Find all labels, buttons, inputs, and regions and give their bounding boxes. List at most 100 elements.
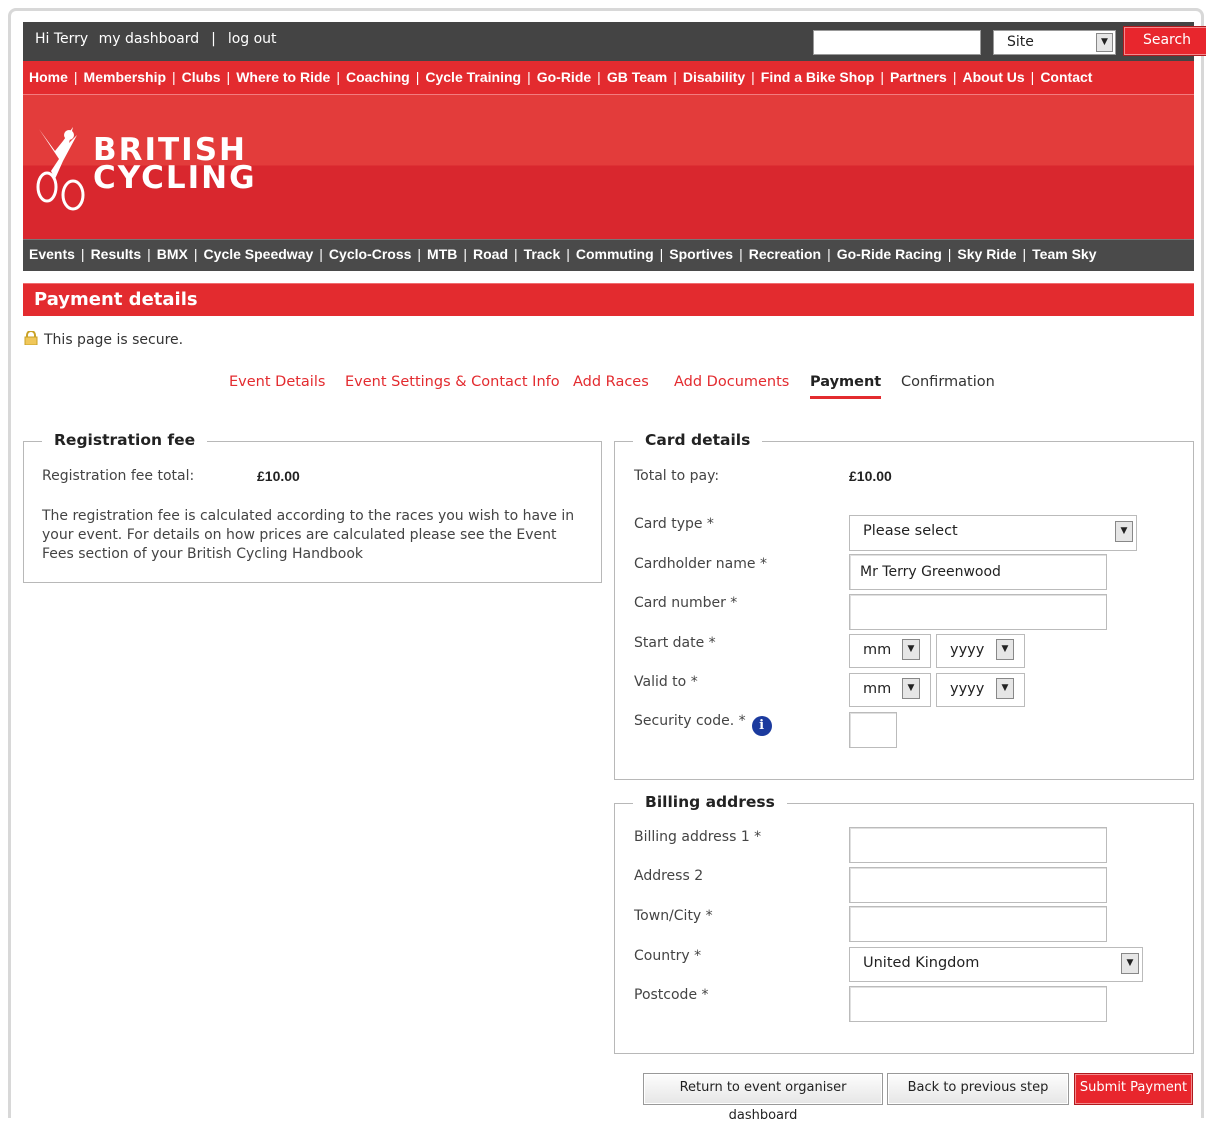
valid-year-value: yyyy (950, 681, 985, 697)
nav-separator: | (1022, 246, 1027, 262)
info-icon[interactable]: i (751, 716, 772, 736)
section-item-cyclo-cross[interactable]: Cyclo-Cross (329, 246, 411, 262)
nav-item-clubs[interactable]: Clubs (182, 69, 221, 85)
nav-separator: | (463, 246, 467, 262)
search-scope-select[interactable]: Site ▼ (993, 30, 1116, 55)
section-item-cycle-speedway[interactable]: Cycle Speedway (204, 246, 314, 262)
registration-fee-legend: Registration fee (42, 431, 208, 449)
nav-separator: | (193, 246, 198, 262)
section-nav: Events | Results | BMX | Cycle Speedway | Cyclo-… (23, 239, 1194, 271)
chevron-down-icon[interactable]: ▼ (1121, 953, 1139, 974)
security-code-input[interactable] (849, 712, 897, 748)
billing-address-1-label: Billing address 1 * (634, 829, 762, 845)
billing-address-1-input[interactable] (849, 827, 1107, 863)
valid-month-select[interactable]: mm ▼ (849, 673, 931, 707)
nav-item-membership[interactable]: Membership (84, 69, 166, 85)
nav-item-partners[interactable]: Partners (890, 69, 947, 85)
security-code-label: Security code. * i (634, 713, 772, 736)
address-2-input[interactable] (849, 867, 1107, 903)
section-item-track[interactable]: Track (524, 246, 561, 262)
brand-line-2: CYCLING (93, 160, 257, 196)
logout-link[interactable]: log out (228, 31, 277, 47)
valid-year-select[interactable]: yyyy ▼ (936, 673, 1025, 707)
my-dashboard-link[interactable]: my dashboard (99, 31, 199, 47)
section-item-sky-ride[interactable]: Sky Ride (957, 246, 1016, 262)
chevron-down-icon[interactable]: ▼ (902, 639, 920, 660)
section-item-commuting[interactable]: Commuting (576, 246, 654, 262)
cardholder-name-input[interactable]: Mr Terry Greenwood (849, 554, 1107, 590)
section-item-recreation[interactable]: Recreation (749, 246, 821, 262)
submit-payment-button[interactable]: Submit Payment (1074, 1073, 1193, 1105)
card-number-label: Card number * (634, 595, 738, 611)
secure-text: This page is secure. (44, 332, 184, 348)
card-number-input[interactable] (849, 594, 1107, 630)
nav-item-home[interactable]: Home (29, 69, 68, 85)
user-links: Hi Terry my dashboard | log out (35, 31, 277, 47)
nav-separator: | (417, 246, 422, 262)
search-scope-value: Site (1007, 34, 1034, 50)
utility-bar: Hi Terry my dashboard | log out Site ▼ Sea… (23, 22, 1206, 61)
nav-item-where-to-ride[interactable]: Where to Ride (236, 69, 330, 85)
chevron-down-icon[interactable]: ▼ (996, 639, 1014, 660)
nav-item-gb-team[interactable]: GB Team (607, 69, 667, 85)
brand-wordmark: BRITISH CYCLING (93, 135, 257, 196)
main-nav: Home | Membership | Clubs | Where to Ride | Coac… (23, 61, 1194, 95)
greeting-text: Hi Terry (35, 31, 89, 47)
section-item-events[interactable]: Events (29, 246, 75, 262)
nav-item-go-ride[interactable]: Go-Ride (537, 69, 591, 85)
nav-item-coaching[interactable]: Coaching (346, 69, 410, 85)
nav-separator: | (751, 69, 755, 85)
step-add-races[interactable]: Add Races (573, 374, 649, 390)
town-city-input[interactable] (849, 906, 1107, 942)
nav-separator: | (172, 69, 176, 85)
search-button[interactable]: Search (1123, 26, 1206, 56)
chevron-down-icon[interactable]: ▼ (1115, 521, 1133, 542)
valid-month-value: mm (863, 681, 892, 697)
nav-separator: | (1030, 69, 1035, 85)
postcode-input[interactable] (849, 986, 1107, 1022)
section-item-bmx[interactable]: BMX (157, 246, 188, 262)
start-month-select[interactable]: mm ▼ (849, 634, 931, 668)
section-item-mtb[interactable]: MTB (427, 246, 457, 262)
billing-address-fieldset: Billing address Billing address 1 * Addr… (614, 793, 1194, 1054)
nav-item-find-a-bike-shop[interactable]: Find a Bike Shop (761, 69, 875, 85)
card-type-select[interactable]: Please select ▼ (849, 515, 1137, 551)
section-item-go-ride-racing[interactable]: Go-Ride Racing (837, 246, 942, 262)
chevron-down-icon[interactable]: ▼ (902, 678, 920, 699)
nav-item-disability[interactable]: Disability (683, 69, 745, 85)
back-to-previous-step-button[interactable]: Back to previous step (887, 1073, 1069, 1105)
card-type-label: Card type * (634, 516, 714, 532)
nav-separator: | (880, 69, 884, 85)
registration-fee-total-value: £10.00 (257, 468, 300, 484)
security-code-label-text: Security code. * (634, 713, 746, 729)
nav-separator: | (527, 69, 531, 85)
nav-item-contact[interactable]: Contact (1040, 69, 1092, 85)
return-to-dashboard-button[interactable]: Return to event organiser dashboard (643, 1073, 883, 1123)
nav-item-cycle-training[interactable]: Cycle Training (425, 69, 521, 85)
nav-separator: | (597, 69, 601, 85)
nav-item-about-us[interactable]: About Us (962, 69, 1024, 85)
step-add-documents[interactable]: Add Documents (674, 374, 789, 390)
country-label: Country * (634, 948, 702, 964)
step-payment: Payment (810, 374, 882, 399)
section-item-team-sky[interactable]: Team Sky (1032, 246, 1096, 262)
chevron-down-icon[interactable]: ▼ (996, 678, 1014, 699)
cyclist-logo-icon[interactable] (33, 121, 93, 211)
nav-separator: | (739, 246, 743, 262)
search-input[interactable] (813, 30, 981, 55)
card-details-fieldset: Card details Total to pay: £10.00 Card t… (614, 431, 1194, 780)
section-item-results[interactable]: Results (91, 246, 142, 262)
section-item-road[interactable]: Road (473, 246, 508, 262)
nav-separator: | (659, 246, 664, 262)
section-item-sportives[interactable]: Sportives (669, 246, 733, 262)
country-select[interactable]: United Kingdom ▼ (849, 947, 1143, 982)
billing-address-legend: Billing address (633, 793, 787, 811)
step-event-settings[interactable]: Event Settings & Contact Info (345, 374, 560, 390)
step-event-details[interactable]: Event Details (229, 374, 325, 390)
nav-separator: | (319, 246, 323, 262)
registration-fee-total-label: Registration fee total: (42, 468, 195, 484)
total-to-pay-value: £10.00 (849, 468, 892, 484)
start-year-select[interactable]: yyyy ▼ (936, 634, 1025, 668)
registration-fee-description: The registration fee is calculated accor… (42, 508, 575, 562)
chevron-down-icon[interactable]: ▼ (1096, 33, 1113, 52)
